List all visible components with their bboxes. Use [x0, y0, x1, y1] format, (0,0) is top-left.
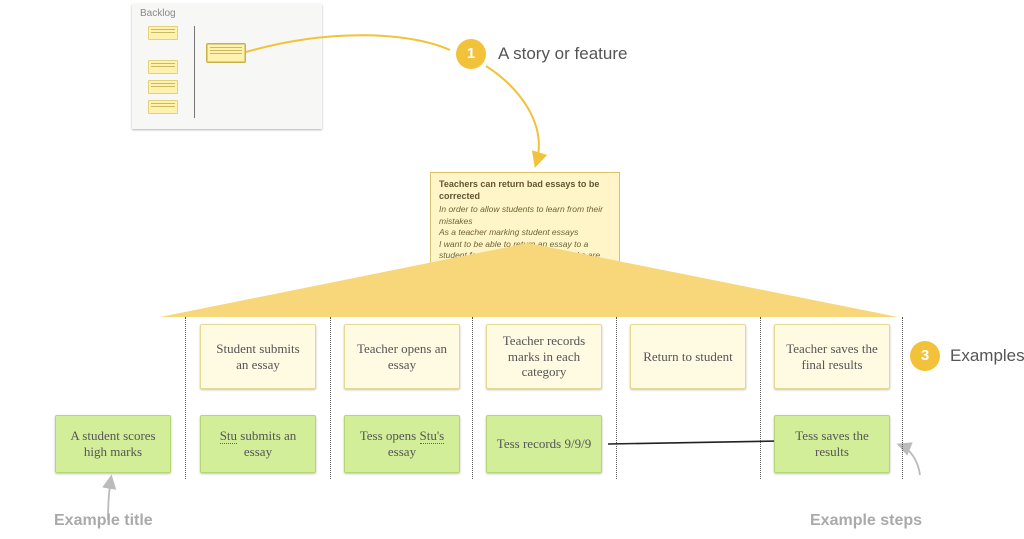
badge-2-num: 2	[513, 286, 521, 303]
skip-connector	[608, 441, 778, 444]
column-divider	[330, 317, 331, 479]
column-divider	[185, 317, 186, 479]
arrow-badge-to-story	[486, 66, 539, 164]
backlog-divider	[194, 26, 195, 118]
badge-1-label: A story or feature	[498, 44, 627, 64]
task-card: Teacher records marks in each category	[486, 324, 602, 389]
backlog-note	[148, 26, 178, 40]
story-card-line2: As a teacher marking student essays	[439, 227, 611, 238]
backlog-title: Backlog	[140, 8, 176, 19]
example-step-card: Tess opens Stu's essay	[344, 415, 460, 473]
story-card-title: Teachers can return bad essays to be cor…	[439, 178, 611, 202]
task-card: Teacher opens an essay	[344, 324, 460, 389]
column-divider	[902, 317, 903, 479]
backlog-note	[148, 80, 178, 94]
badge-2-label: Tasks or steps	[544, 285, 653, 305]
backlog-note-selected	[207, 44, 245, 62]
column-divider	[760, 317, 761, 479]
task-card: Return to student	[630, 324, 746, 389]
backlog-panel: Backlog	[132, 4, 322, 129]
task-card: Student submits an essay	[200, 324, 316, 389]
example-step-card: Tess records 9/9/9	[486, 415, 602, 473]
badge-3-label: Examples	[950, 346, 1024, 366]
story-card-line3: I want to be able to return an essay to …	[439, 239, 611, 273]
badge-1-num: 1	[467, 45, 475, 62]
badge-2: 2	[502, 280, 532, 310]
backlog-note	[148, 100, 178, 114]
column-divider	[472, 317, 473, 479]
badge-3: 3	[910, 341, 940, 371]
arrow-example-steps	[900, 445, 920, 475]
task-card: Teacher saves the final results	[774, 324, 890, 389]
example-step-card: Tess saves the results	[774, 415, 890, 473]
column-divider	[616, 317, 617, 479]
annotation-example-title: Example title	[54, 512, 153, 530]
backlog-note	[148, 60, 178, 74]
example-title-card: A student scores high marks	[55, 415, 171, 473]
story-card: Teachers can return bad essays to be cor…	[430, 172, 620, 280]
badge-3-num: 3	[921, 347, 929, 364]
story-card-line1: In order to allow students to learn from…	[439, 204, 611, 227]
example-step-card: Stu submits an essay	[200, 415, 316, 473]
badge-1: 1	[456, 39, 486, 69]
annotation-example-steps: Example steps	[810, 512, 922, 530]
